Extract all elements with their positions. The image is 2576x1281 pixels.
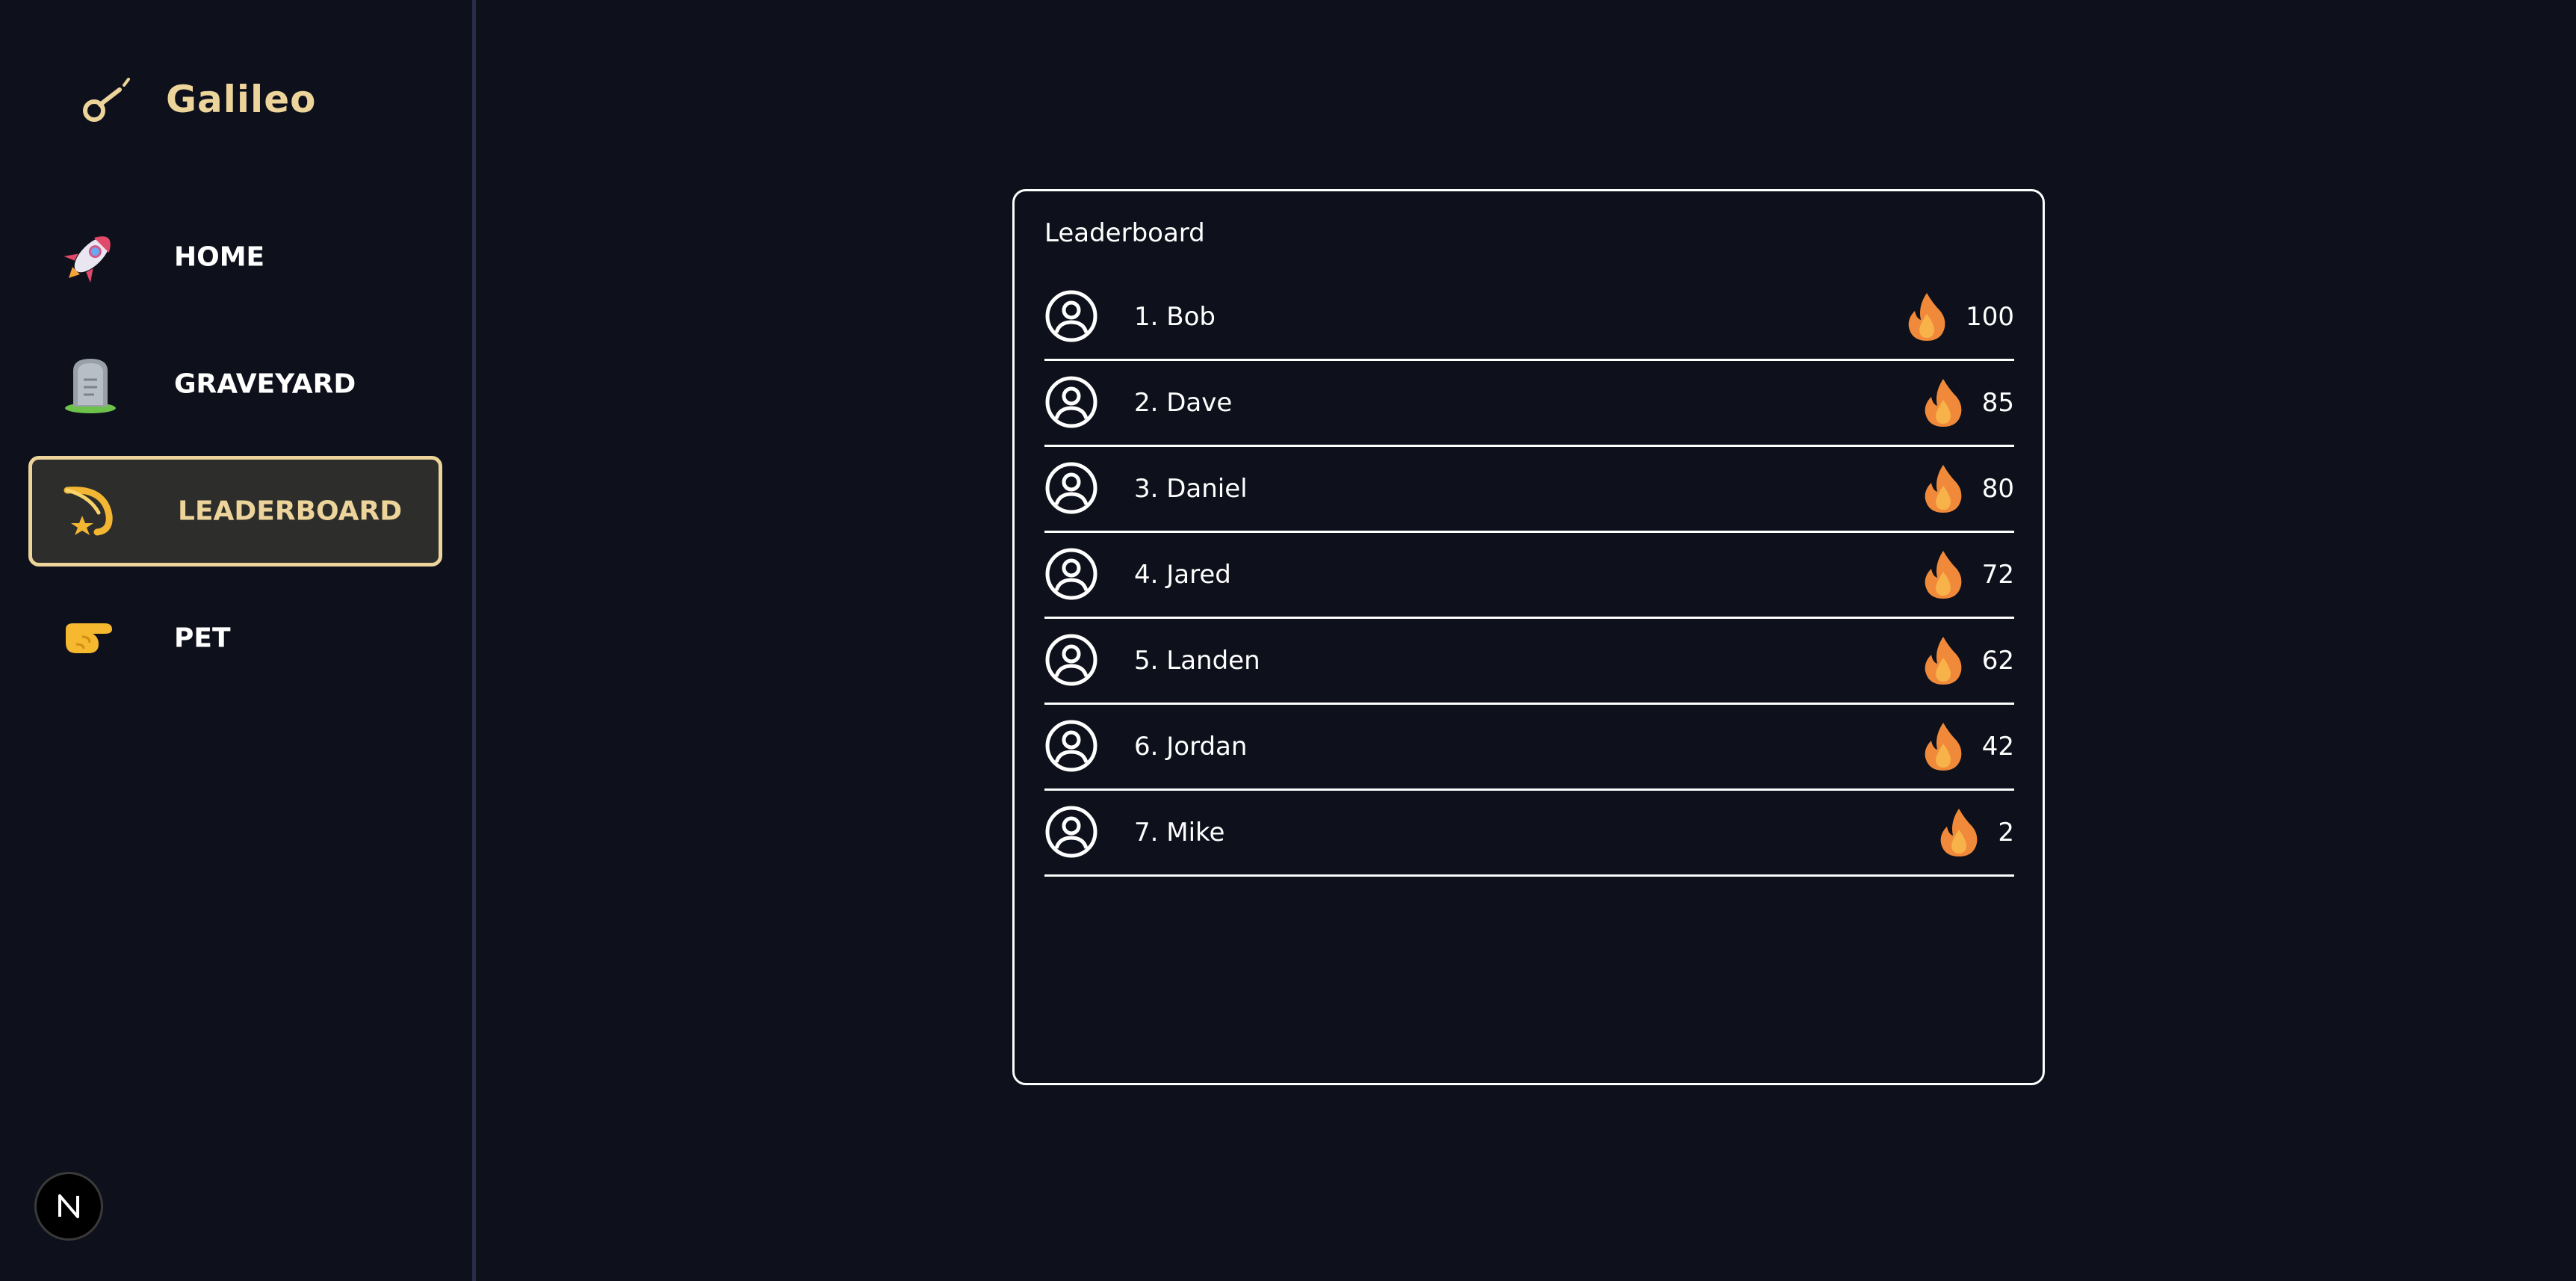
- leaderboard-row[interactable]: 2. Dave 85: [1044, 361, 2014, 447]
- pointing-hand-icon: [66, 623, 112, 653]
- user-avatar-icon: [1045, 376, 1097, 428]
- player-name: 7. Mike: [1134, 818, 1225, 848]
- sidebar-item-home[interactable]: HOME: [28, 202, 442, 312]
- leaderboard-row[interactable]: 6. Jordan 42: [1044, 705, 2014, 791]
- sidebar-item-label: GRAVEYARD: [174, 368, 356, 400]
- player-score: 72: [1981, 560, 2014, 590]
- next-badge-icon[interactable]: [34, 1172, 103, 1241]
- sidebar: Galileo HOME GRAVEYARD LEADERBOARD PET: [0, 0, 476, 1281]
- sidebar-item-label: HOME: [174, 241, 265, 273]
- leaderboard-row[interactable]: 7. Mike 2: [1044, 791, 2014, 877]
- comet-icon: [64, 487, 113, 536]
- user-avatar-icon: [1045, 548, 1097, 600]
- brand[interactable]: Galileo: [76, 75, 315, 135]
- player-score: 62: [1981, 646, 2014, 676]
- player-score: 80: [1981, 474, 2014, 504]
- n-logo-icon: [58, 1194, 79, 1218]
- leaderboard-row[interactable]: 5. Landen 62: [1044, 619, 2014, 705]
- score-group: 2: [1939, 807, 2014, 858]
- leaderboard-row[interactable]: 1. Bob 100: [1044, 275, 2014, 361]
- fire-icon: [1908, 293, 1945, 341]
- user-avatar-icon: [1045, 462, 1097, 514]
- player-name: 6. Jordan: [1134, 732, 1248, 762]
- fire-icon: [1925, 551, 1962, 599]
- score-group: 72: [1924, 549, 2014, 600]
- score-group: 80: [1924, 463, 2014, 514]
- telescope-logo-icon: [83, 78, 130, 122]
- leaderboard-card: Leaderboard 1. Bob 100 2. Dave 85 3. Dan…: [1012, 189, 2045, 1085]
- fire-icon: [1925, 379, 1962, 427]
- user-avatar-icon: [1045, 720, 1097, 772]
- fire-icon: [1925, 723, 1962, 771]
- score-group: 62: [1924, 635, 2014, 686]
- user-avatar-icon: [1045, 634, 1097, 686]
- player-name: 2. Dave: [1134, 388, 1233, 418]
- leaderboard-row[interactable]: 4. Jared 72: [1044, 533, 2014, 619]
- score-group: 42: [1924, 721, 2014, 772]
- fire-icon: [1925, 465, 1962, 513]
- player-score: 100: [1966, 302, 2014, 332]
- fire-icon: [1941, 809, 1978, 856]
- leaderboard-row[interactable]: 3. Daniel 80: [1044, 447, 2014, 533]
- brand-name: Galileo: [166, 78, 317, 121]
- user-avatar-icon: [1045, 806, 1097, 858]
- score-group: 85: [1924, 377, 2014, 428]
- player-name: 3. Daniel: [1134, 474, 1248, 504]
- fire-icon: [1925, 637, 1962, 685]
- card-title: Leaderboard: [1044, 218, 1205, 248]
- headstone-icon: [65, 359, 116, 413]
- player-score: 42: [1981, 732, 2014, 762]
- sidebar-item-label: PET: [174, 623, 231, 654]
- sidebar-item-leaderboard[interactable]: LEADERBOARD: [28, 456, 442, 567]
- player-name: 1. Bob: [1134, 302, 1216, 332]
- sidebar-item-pet[interactable]: PET: [28, 583, 442, 694]
- user-avatar-icon: [1045, 290, 1097, 342]
- leaderboard-list: 1. Bob 100 2. Dave 85 3. Daniel 80 4. Ja…: [1044, 275, 2014, 877]
- app-root: Galileo HOME GRAVEYARD LEADERBOARD PET L…: [0, 0, 2576, 1281]
- player-score: 2: [1998, 818, 2014, 848]
- rocket-icon: [64, 236, 111, 283]
- sidebar-item-label: LEADERBOARD: [178, 496, 403, 527]
- player-score: 85: [1981, 388, 2014, 418]
- sidebar-item-graveyard[interactable]: GRAVEYARD: [28, 329, 442, 439]
- score-group: 100: [1907, 291, 2014, 342]
- player-name: 4. Jared: [1134, 560, 1231, 590]
- player-name: 5. Landen: [1134, 646, 1260, 676]
